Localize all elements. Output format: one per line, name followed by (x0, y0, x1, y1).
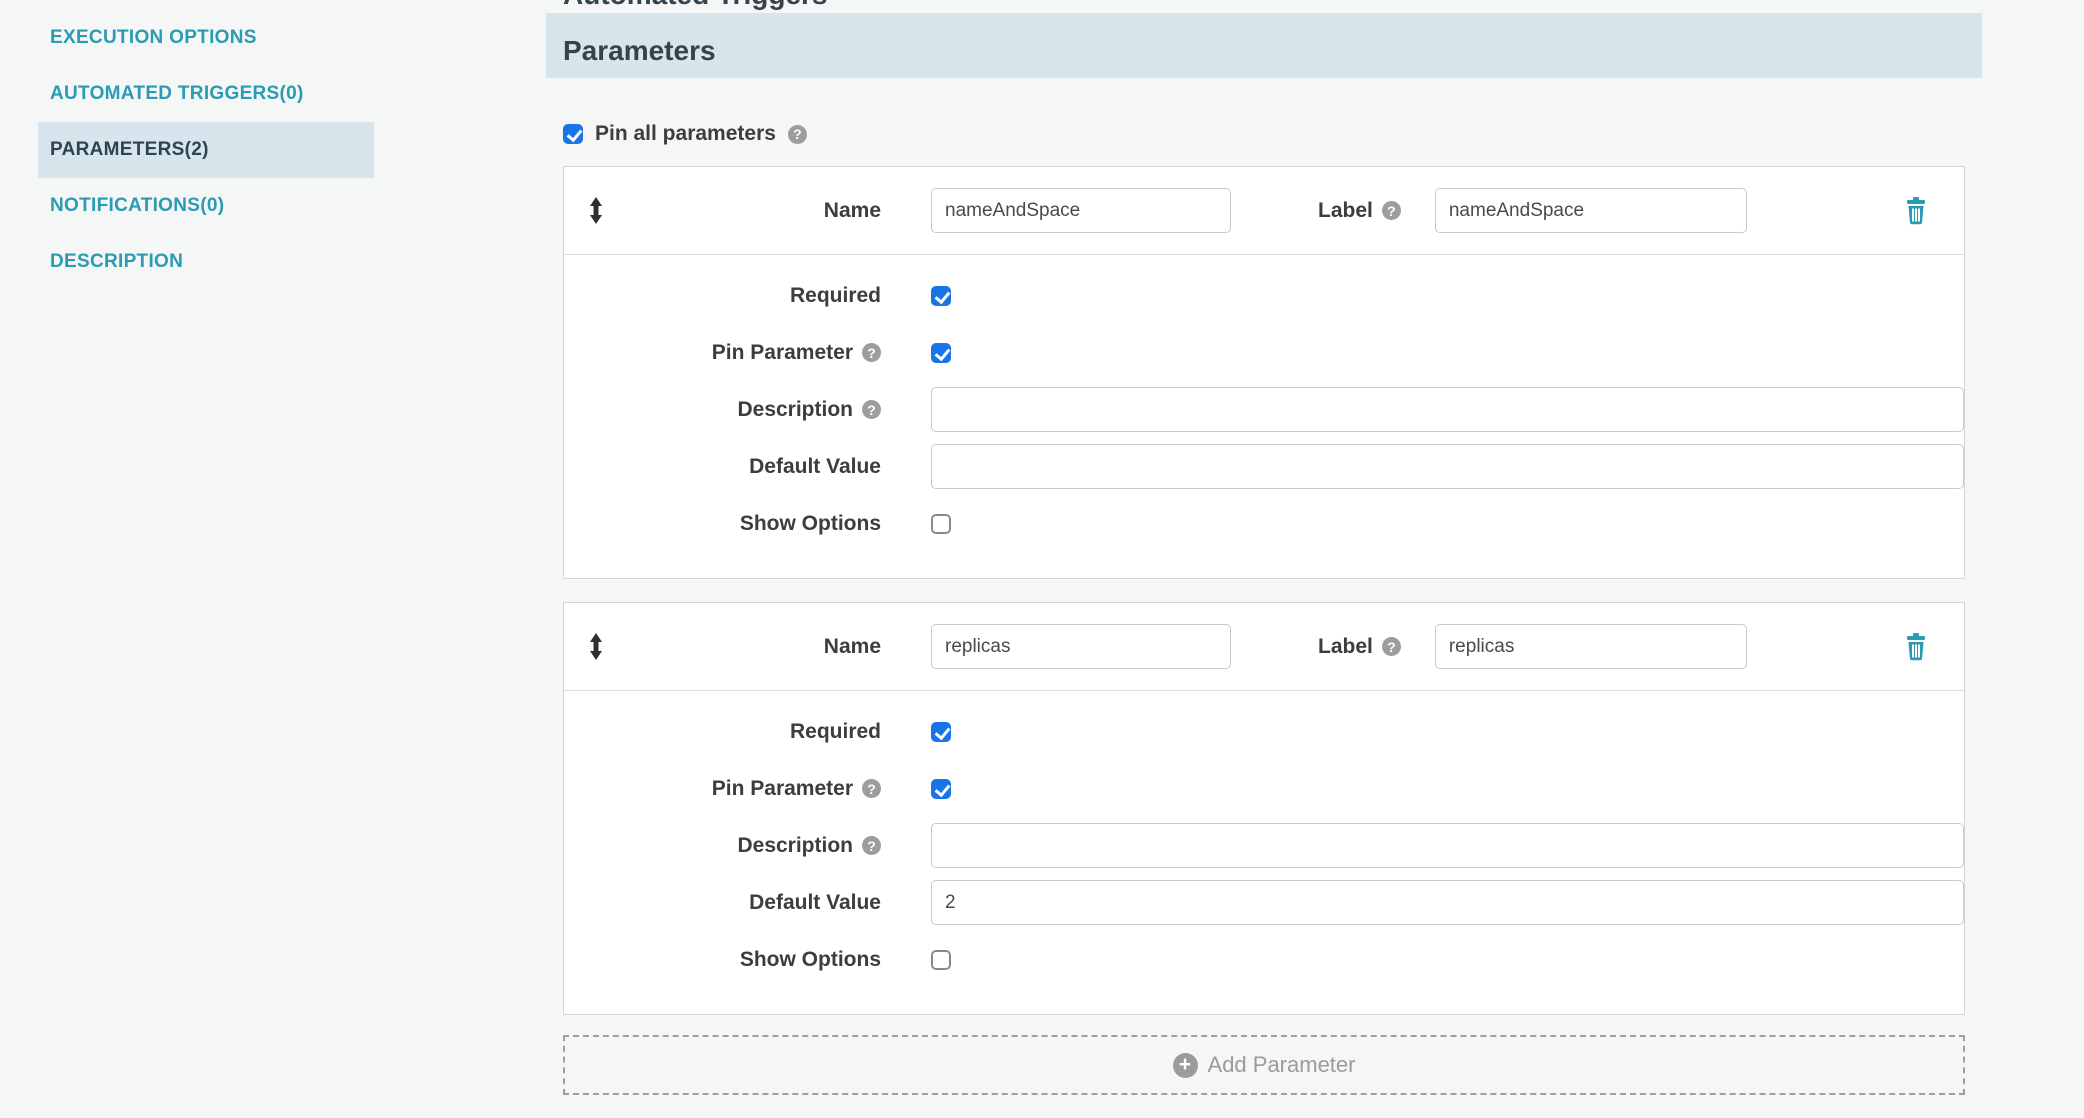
pin-parameter-row: Pin Parameter ? (564, 760, 1964, 817)
help-glyph: ? (867, 839, 876, 853)
required-label: Required (790, 720, 881, 744)
help-icon[interactable]: ? (862, 343, 881, 362)
label-field-label: Label (1318, 635, 1373, 659)
pin-parameter-checkbox[interactable] (931, 779, 951, 799)
show-options-label: Show Options (740, 512, 881, 536)
parameter-card-header: Name Label ? (564, 167, 1964, 255)
default-value-row: Default Value (564, 874, 1964, 931)
pipeline-config-page: EXECUTION OPTIONS AUTOMATED TRIGGERS(0) … (0, 0, 2084, 1118)
default-value-row: Default Value (564, 438, 1964, 495)
show-options-row: Show Options (564, 495, 1964, 552)
name-field-label: Name (606, 199, 881, 223)
add-parameter-button[interactable]: + Add Parameter (563, 1035, 1965, 1095)
parameter-name-input[interactable] (931, 188, 1231, 233)
help-glyph: ? (867, 782, 876, 796)
label-field-label-group: Label ? (1318, 635, 1401, 659)
pin-all-parameters-row: Pin all parameters ? (563, 122, 1982, 146)
required-row: Required (564, 267, 1964, 324)
help-glyph: ? (867, 346, 876, 360)
show-options-checkbox[interactable] (931, 514, 951, 534)
help-glyph: ? (1387, 204, 1396, 218)
pin-parameter-row: Pin Parameter ? (564, 324, 1964, 381)
sidebar-item-automated-triggers[interactable]: AUTOMATED TRIGGERS(0) (38, 66, 374, 122)
sidebar-item-parameters[interactable]: PARAMETERS(2) (38, 122, 374, 178)
delete-parameter-button[interactable] (1904, 633, 1928, 661)
config-sidebar: EXECUTION OPTIONS AUTOMATED TRIGGERS(0) … (38, 10, 374, 290)
required-label: Required (790, 284, 881, 308)
plus-circle-icon: + (1173, 1053, 1198, 1078)
add-parameter-label: Add Parameter (1208, 1052, 1356, 1078)
parameter-card-header: Name Label ? (564, 603, 1964, 691)
help-glyph: ? (867, 403, 876, 417)
trash-icon (1904, 197, 1928, 225)
parameters-list: Name Label ? (563, 166, 1965, 1095)
help-icon[interactable]: ? (1382, 201, 1401, 220)
parameter-label-input[interactable] (1435, 624, 1747, 669)
pin-all-parameters-checkbox[interactable] (563, 124, 583, 144)
drag-handle-icon[interactable] (586, 633, 606, 660)
pin-all-parameters-label: Pin all parameters (595, 122, 776, 146)
parameter-card-body: Required Pin Parameter ? (564, 255, 1964, 578)
help-icon[interactable]: ? (1382, 637, 1401, 656)
description-label: Description (737, 834, 853, 858)
pin-parameter-label: Pin Parameter (712, 777, 853, 801)
description-row: Description ? (564, 817, 1964, 874)
default-value-input[interactable] (931, 880, 1964, 925)
parameter-card-body: Required Pin Parameter ? (564, 691, 1964, 1014)
page-title: Parameters (563, 35, 716, 67)
parameter-card: Name Label ? (563, 166, 1965, 579)
trash-icon (1904, 633, 1928, 661)
name-field-label: Name (606, 635, 881, 659)
label-field-label-group: Label ? (1318, 199, 1401, 223)
show-options-row: Show Options (564, 931, 1964, 988)
description-row: Description ? (564, 381, 1964, 438)
help-glyph: ? (1387, 640, 1396, 654)
parameter-card: Name Label ? (563, 602, 1965, 1015)
help-icon[interactable]: ? (862, 836, 881, 855)
help-glyph: ? (793, 127, 802, 141)
help-icon[interactable]: ? (788, 125, 807, 144)
parameter-name-input[interactable] (931, 624, 1231, 669)
description-input[interactable] (931, 823, 1964, 868)
drag-handle-icon[interactable] (586, 197, 606, 224)
parameter-label-input[interactable] (1435, 188, 1747, 233)
section-header: Parameters (546, 13, 1982, 78)
required-row: Required (564, 703, 1964, 760)
description-label: Description (737, 398, 853, 422)
plus-glyph: + (1179, 1054, 1191, 1075)
description-input[interactable] (931, 387, 1964, 432)
default-value-input[interactable] (931, 444, 1964, 489)
pin-parameter-checkbox[interactable] (931, 343, 951, 363)
delete-parameter-button[interactable] (1904, 197, 1928, 225)
label-field-label: Label (1318, 199, 1373, 223)
show-options-checkbox[interactable] (931, 950, 951, 970)
help-icon[interactable]: ? (862, 400, 881, 419)
required-checkbox[interactable] (931, 286, 951, 306)
default-value-label: Default Value (749, 891, 881, 915)
show-options-label: Show Options (740, 948, 881, 972)
sidebar-item-description[interactable]: DESCRIPTION (38, 234, 374, 290)
clipped-previous-section-heading: Automated Triggers (546, 0, 1982, 13)
default-value-label: Default Value (749, 455, 881, 479)
pin-parameter-label: Pin Parameter (712, 341, 853, 365)
required-checkbox[interactable] (931, 722, 951, 742)
sidebar-item-notifications[interactable]: NOTIFICATIONS(0) (38, 178, 374, 234)
previous-section-title: Automated Triggers (563, 0, 827, 11)
parameters-section: Automated Triggers Parameters Pin all pa… (546, 0, 1982, 1095)
sidebar-item-execution-options[interactable]: EXECUTION OPTIONS (38, 10, 374, 66)
help-icon[interactable]: ? (862, 779, 881, 798)
